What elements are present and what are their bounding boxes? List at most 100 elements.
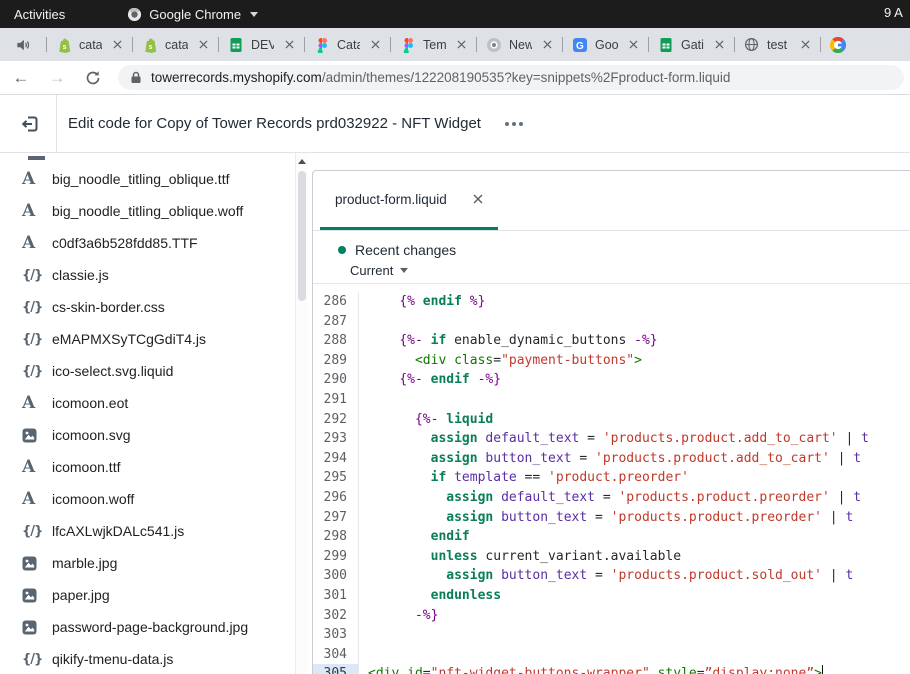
activities-button[interactable]: Activities [14, 7, 65, 22]
tab-close-icon[interactable] [539, 37, 555, 53]
file-item[interactable]: Abig_noodle_titling_oblique.woff [0, 195, 310, 227]
file-name: big_noodle_titling_oblique.woff [52, 203, 243, 219]
file-name: cs-skin-border.css [52, 299, 165, 315]
sidebar-scrollbar[interactable] [295, 153, 308, 674]
file-item[interactable]: Aicomoon.ttf [0, 451, 310, 483]
file-name: c0df3a6b528fdd85.TTF [52, 235, 198, 251]
file-item[interactable]: Ac0df3a6b528fdd85.TTF [0, 227, 310, 259]
address-bar[interactable]: towerrecords.myshopify.com/admin/themes/… [118, 65, 904, 90]
code-line[interactable]: 293 assign default_text = 'products.prod… [313, 429, 910, 449]
tab-close-icon[interactable] [453, 37, 469, 53]
file-item[interactable]: {/}eMAPMXSyTCgGdiT4.js [0, 323, 310, 355]
code-file-icon: {/} [22, 300, 52, 315]
code-line[interactable]: 296 assign default_text = 'products.prod… [313, 488, 910, 508]
shopify-favicon-icon: s [56, 37, 72, 53]
code-line[interactable]: 286 {% endif %} [313, 292, 910, 312]
tab-close-icon[interactable] [195, 37, 211, 53]
line-number: 292 [313, 410, 359, 430]
browser-tab[interactable]: DEV [218, 28, 304, 61]
file-item[interactable]: marble.jpg [0, 547, 310, 579]
code-text: assign button_text = 'products.product.a… [359, 449, 910, 469]
code-text: {%- if enable_dynamic_buttons -%} [359, 331, 910, 351]
file-item[interactable]: paper.jpg [0, 579, 310, 611]
file-name: big_noodle_titling_oblique.ttf [52, 171, 229, 187]
tab-close-icon[interactable] [109, 37, 125, 53]
browser-tab[interactable]: scata [46, 28, 132, 61]
file-item[interactable]: Aicomoon.woff [0, 483, 310, 515]
scroll-up-arrow-icon[interactable] [298, 159, 306, 164]
reload-button[interactable] [78, 63, 108, 93]
svg-text:G: G [576, 41, 584, 52]
file-item[interactable]: {/}cs-skin-border.css [0, 291, 310, 323]
code-file-icon: {/} [22, 364, 52, 379]
browser-tab[interactable]: test [734, 28, 820, 61]
version-dropdown[interactable]: Current [350, 263, 910, 278]
tab-close-icon[interactable] [797, 37, 813, 53]
code-line[interactable]: 304 [313, 645, 910, 665]
figma-favicon-icon [400, 37, 416, 53]
browser-tab[interactable]: New [476, 28, 562, 61]
forward-button[interactable]: → [42, 63, 72, 93]
code-line[interactable]: 291 [313, 390, 910, 410]
browser-tab[interactable]: scata [132, 28, 218, 61]
code-line[interactable]: 295 if template == 'product.preorder' [313, 468, 910, 488]
code-line[interactable]: 303 [313, 625, 910, 645]
code-line[interactable]: 301 endunless [313, 586, 910, 606]
tab-close-icon[interactable] [711, 37, 727, 53]
code-text: {%- liquid [359, 410, 910, 430]
code-text [359, 625, 910, 645]
tab-title: cata [79, 38, 102, 52]
code-editor-textarea[interactable]: 286 {% endif %}287288 {%- if enable_dyna… [313, 284, 910, 674]
file-name: marble.jpg [52, 555, 117, 571]
line-number: 298 [313, 527, 359, 547]
scrollbar-thumb[interactable] [298, 171, 306, 301]
file-item[interactable]: {/}lfcAXLwjkDALc541.js [0, 515, 310, 547]
audio-speaker-icon[interactable] [0, 28, 46, 61]
file-name: eMAPMXSyTCgGdiT4.js [52, 331, 206, 347]
browser-tab[interactable] [820, 28, 906, 61]
code-line[interactable]: 287 [313, 312, 910, 332]
code-line[interactable]: 297 assign button_text = 'products.produ… [313, 508, 910, 528]
image-file-icon [22, 556, 52, 571]
code-line[interactable]: 289 <div class="payment-buttons"> [313, 351, 910, 371]
file-item[interactable]: {/}classie.js [0, 259, 310, 291]
file-name: icomoon.eot [52, 395, 128, 411]
tab-close-icon[interactable] [281, 37, 297, 53]
browser-tab[interactable]: G Goo [562, 28, 648, 61]
tab-close-icon[interactable] [625, 37, 641, 53]
tab-title: DEV [251, 38, 274, 52]
tab-title: Goo [595, 38, 618, 52]
code-line[interactable]: 294 assign button_text = 'products.produ… [313, 449, 910, 469]
code-file-icon: {/} [22, 524, 52, 539]
file-item[interactable]: {/}qikify-tmenu-data.js [0, 643, 310, 674]
file-item[interactable]: {/}ico-select.svg.liquid [0, 355, 310, 387]
app-menu[interactable]: Google Chrome [127, 7, 258, 22]
code-line[interactable]: 298 endif [313, 527, 910, 547]
code-line[interactable]: 299 unless current_variant.available [313, 547, 910, 567]
url-path: /admin/themes/122208190535?key=snippets%… [322, 70, 731, 85]
exit-code-editor-button[interactable] [18, 112, 42, 136]
browser-tab[interactable]: Gati [648, 28, 734, 61]
tab-title: cata [165, 38, 188, 52]
close-icon[interactable] [473, 194, 483, 204]
file-item[interactable]: icomoon.svg [0, 419, 310, 451]
code-line[interactable]: 300 assign button_text = 'products.produ… [313, 566, 910, 586]
more-actions-button[interactable] [501, 118, 527, 130]
code-line[interactable]: 290 {%- endif -%} [313, 370, 910, 390]
code-line[interactable]: 288 {%- if enable_dynamic_buttons -%} [313, 331, 910, 351]
file-item[interactable]: Aicomoon.eot [0, 387, 310, 419]
code-line[interactable]: 302 -%} [313, 606, 910, 626]
browser-tab[interactable]: Tem [390, 28, 476, 61]
code-line[interactable]: 292 {%- liquid [313, 410, 910, 430]
clock[interactable]: 9 A [884, 5, 903, 20]
browser-tab[interactable]: Cata [304, 28, 390, 61]
file-item[interactable]: password-page-background.jpg [0, 611, 310, 643]
line-number: 302 [313, 606, 359, 626]
file-tab-product-form[interactable]: product-form.liquid [320, 171, 498, 230]
unsaved-changes-dot-icon [338, 246, 346, 254]
tab-close-icon[interactable] [367, 37, 383, 53]
back-button[interactable]: ← [6, 63, 36, 93]
partial-file-item [28, 156, 45, 160]
code-line[interactable]: 305<div id="nft-widget-buttons-wrapper" … [313, 664, 910, 674]
file-item[interactable]: Abig_noodle_titling_oblique.ttf [0, 163, 310, 195]
